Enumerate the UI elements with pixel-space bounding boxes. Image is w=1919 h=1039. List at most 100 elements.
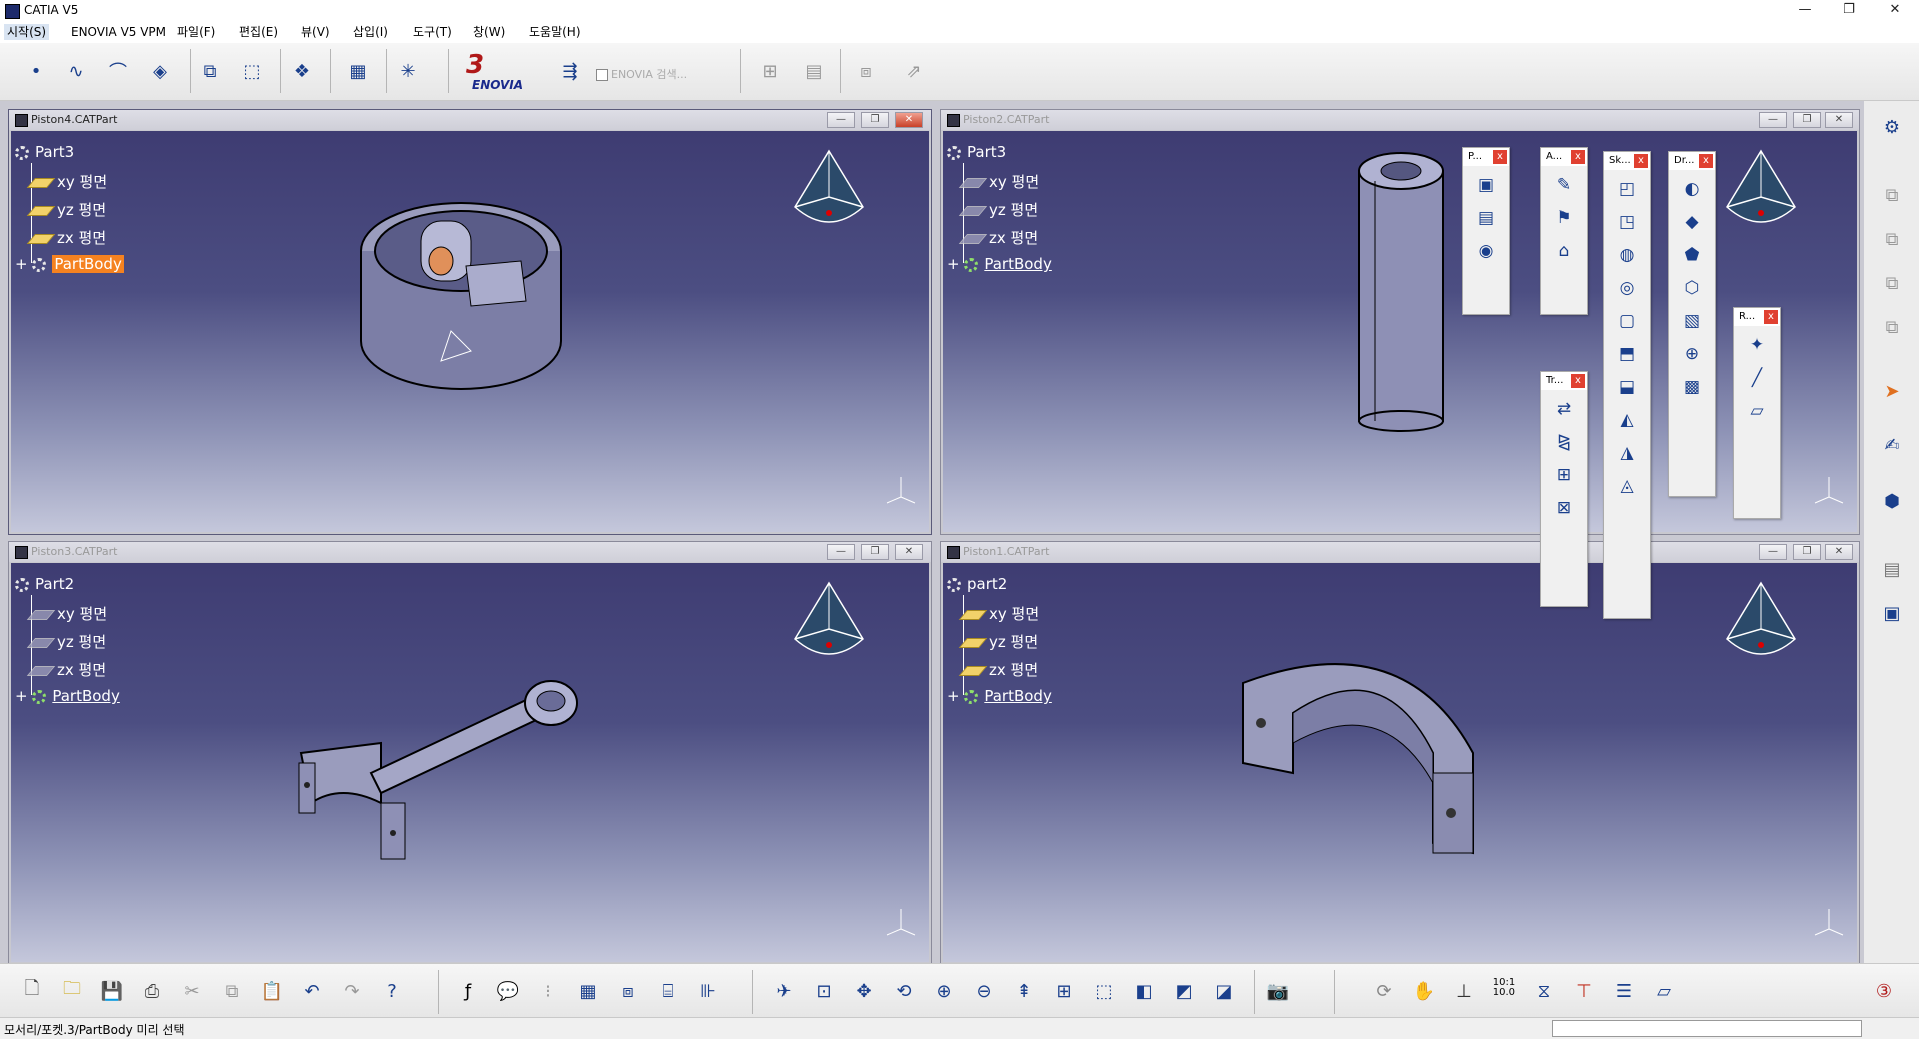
apply-material-icon[interactable]: ⊪ [694, 977, 722, 1005]
tree-plane-zx[interactable]: zx 평면 [958, 659, 1038, 680]
constraint-icon[interactable]: ✳ [394, 57, 422, 85]
reference-plane-icon[interactable]: ▱ [1743, 397, 1771, 425]
enovia-search-checkbox[interactable]: ENOVIA 검색... [596, 66, 687, 82]
wireframe-icon[interactable]: ⬚ [238, 57, 266, 85]
sketch-icon[interactable]: ◰ [1613, 175, 1641, 203]
spline-icon[interactable]: ∿ [62, 57, 90, 85]
floating-toolbar-sketch-based[interactable]: Sk... x ◰ ◳ ◍ ◎ ▢ ⬒ ⬓ ◭ ◮ ◬ [1603, 151, 1651, 619]
open-icon[interactable]: 🗀 [58, 977, 86, 1005]
connecting-rod-model[interactable] [281, 673, 601, 873]
table-icon[interactable]: ▦ [574, 977, 602, 1005]
cut-icon[interactable]: ✂ [178, 977, 206, 1005]
knowledge-icon[interactable]: ⁝ [534, 977, 562, 1005]
pane-close-button[interactable]: ✕ [1825, 112, 1853, 128]
slot-icon[interactable]: ⬒ [1613, 340, 1641, 368]
compass-icon[interactable] [791, 149, 867, 231]
bearing-cap-model[interactable] [1233, 623, 1533, 883]
menu-help[interactable]: 도움말(H) [526, 24, 584, 40]
close-icon[interactable]: x [1634, 154, 1648, 168]
select-icon[interactable]: ➤ [1878, 377, 1906, 405]
reference-point-icon[interactable]: ✦ [1743, 331, 1771, 359]
minimize-window-button[interactable]: — [1782, 0, 1828, 21]
sketch-analysis-icon[interactable]: ⧉ [196, 57, 224, 85]
shell-icon[interactable]: ⬡ [1678, 274, 1706, 302]
groove-icon[interactable]: ◍ [1613, 241, 1641, 269]
plane-icon[interactable]: ◈ [146, 57, 174, 85]
loft-icon[interactable]: ◬ [1613, 472, 1641, 500]
menu-enovia-vpm[interactable]: ENOVIA V5 VPM [68, 24, 169, 40]
pattern-icon[interactable]: ⊞ [1550, 461, 1578, 489]
tree-plane-xy[interactable]: xy 평면 [958, 603, 1039, 624]
draft-icon[interactable]: ⬟ [1678, 241, 1706, 269]
table-icon[interactable]: ▦ [344, 57, 372, 85]
scale-icon[interactable]: ⊠ [1550, 494, 1578, 522]
tree-partbody[interactable]: + PartBody [947, 255, 1052, 273]
manipulate-icon[interactable]: ✋ [1410, 977, 1438, 1005]
rotate-icon[interactable]: ⟲ [890, 977, 918, 1005]
menu-file[interactable]: 파일(F) [174, 24, 218, 40]
pane-restore-button[interactable]: ❐ [1793, 112, 1821, 128]
viewport[interactable]: Part2 xy 평면 yz 평면 zx 평면 + PartBody [11, 563, 929, 962]
menu-insert[interactable]: 삽입(I) [350, 24, 391, 40]
zoom-out-icon[interactable]: ⊖ [970, 977, 998, 1005]
save-icon[interactable]: 💾 [98, 977, 126, 1005]
mirror-icon[interactable]: ⧎ [1550, 428, 1578, 456]
redo-icon[interactable]: ↷ [338, 977, 366, 1005]
floating-toolbar-dress-up[interactable]: Dr... x ◐ ◆ ⬟ ⬡ ▧ ⊕ ▩ [1668, 151, 1716, 497]
pane-close-button[interactable]: ✕ [895, 112, 923, 128]
formula-icon[interactable]: ƒ [454, 977, 482, 1005]
close-icon[interactable]: x [1571, 150, 1585, 164]
enovia-send-icon[interactable]: ⇗ [900, 57, 928, 85]
tree-partbody[interactable]: + PartBody [15, 687, 120, 705]
tree-root[interactable]: Part2 [15, 575, 74, 593]
window-piston2[interactable]: Piston2.CATPart — ❐ ✕ Part3 xy 평면 yz 평면 … [940, 109, 1860, 535]
piston-model[interactable] [341, 191, 601, 421]
stiffener-icon[interactable]: ⬓ [1613, 373, 1641, 401]
tree-plane-zx[interactable]: zx 평면 [26, 659, 106, 680]
thread-icon[interactable]: ⊕ [1678, 340, 1706, 368]
update-icon[interactable]: ⟳ [1370, 977, 1398, 1005]
enovia-load-icon[interactable]: ⧈ [852, 57, 880, 85]
shaft-icon[interactable]: ◉ [1472, 237, 1500, 265]
rib-icon[interactable]: ▢ [1613, 307, 1641, 335]
thickness-icon[interactable]: ▧ [1678, 307, 1706, 335]
shading-icon[interactable]: ◧ [1130, 977, 1158, 1005]
compass-icon[interactable] [1723, 149, 1799, 231]
fly-mode-icon[interactable]: ✈ [770, 977, 798, 1005]
tree-plane-yz[interactable]: yz 평면 [26, 631, 106, 652]
pocket-icon[interactable]: ▤ [1472, 204, 1500, 232]
tree-partbody[interactable]: + PartBody [947, 687, 1052, 705]
sketcher-icon[interactable]: ✍ [1878, 431, 1906, 459]
measure-icon[interactable]: ⌸ [654, 977, 682, 1005]
window-piston1[interactable]: Piston1.CATPart — ❐ ✕ part2 xy 평면 yz 평면 … [940, 541, 1860, 965]
apply-material-icon[interactable]: ⬢ [1878, 487, 1906, 515]
multi-view-icon[interactable]: ⊞ [1050, 977, 1078, 1005]
tree-root[interactable]: Part3 [947, 143, 1006, 161]
remove-multi-section-icon[interactable]: ◮ [1613, 439, 1641, 467]
annotation-text-icon[interactable]: ✎ [1550, 171, 1578, 199]
window-piston4[interactable]: Piston4.CATPart — ❐ ✕ Part3 xy 평면 yz 평면 … [8, 109, 932, 535]
tree-plane-xy[interactable]: xy 평면 [958, 171, 1039, 192]
piston-pin-model[interactable] [1353, 151, 1453, 441]
comment-icon[interactable]: 💬 [494, 977, 522, 1005]
viewport[interactable]: part2 xy 평면 yz 평면 zx 평면 + PartBody [943, 563, 1857, 962]
enovia-save-icon[interactable]: ⊞ [756, 57, 784, 85]
close-icon[interactable]: x [1493, 150, 1507, 164]
vpm-navigator-icon[interactable]: ⇶ [556, 57, 584, 85]
paste-icon[interactable]: 📋 [258, 977, 286, 1005]
print-icon[interactable]: ⎙ [138, 977, 166, 1005]
tree-plane-xy[interactable]: xy 평면 [26, 171, 107, 192]
tree-plane-yz[interactable]: yz 평면 [26, 199, 106, 220]
fillet-icon[interactable]: ◐ [1678, 175, 1706, 203]
pane-close-button[interactable]: ✕ [895, 544, 923, 560]
hide-show-icon[interactable]: ◩ [1170, 977, 1198, 1005]
constraint-icon[interactable]: ⊤ [1570, 977, 1598, 1005]
menu-view[interactable]: 뷰(V) [298, 24, 333, 40]
properties-icon[interactable]: ▣ [1878, 599, 1906, 627]
menu-start[interactable]: 시작(S) [4, 24, 50, 40]
new-icon[interactable]: 🗋 [18, 977, 46, 1005]
annotation-flag-icon[interactable]: ⚑ [1550, 204, 1578, 232]
part-design-icon[interactable]: ⚙ [1878, 113, 1906, 141]
tree-partbody[interactable]: + PartBody [15, 255, 124, 273]
capture-icon[interactable]: 📷 [1264, 977, 1292, 1005]
